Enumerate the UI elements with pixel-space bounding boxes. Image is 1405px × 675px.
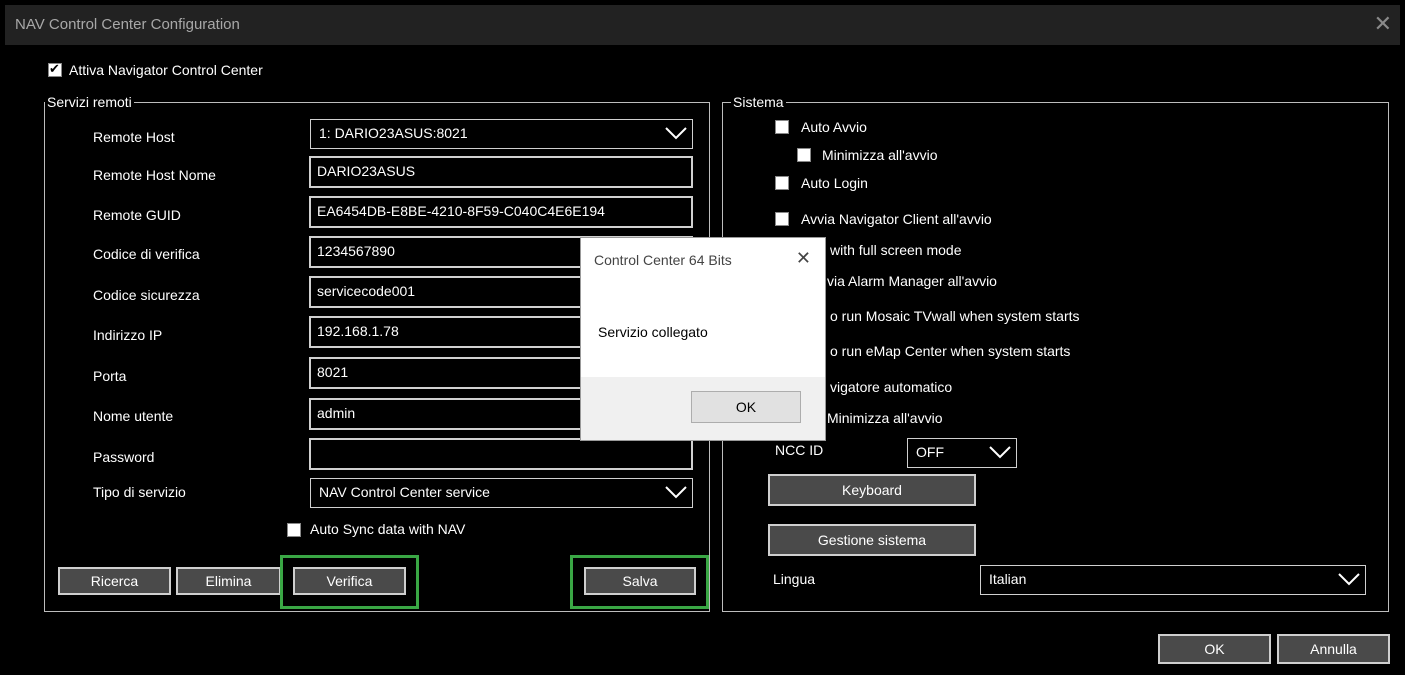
auto-login-checkbox[interactable] [775, 176, 789, 190]
auto-navigator-minimize-label: Minimizza all'avvio [827, 410, 943, 426]
chevron-down-icon [665, 486, 687, 499]
start-client-checkbox[interactable] [775, 212, 789, 226]
title-bar: NAV Control Center Configuration ✕ [5, 5, 1400, 45]
dialog-title: Control Center 64 Bits [594, 252, 732, 268]
mosaic-label: o run Mosaic TVwall when system starts [830, 308, 1080, 324]
dialog-body: Control Center 64 Bits ✕ Servizio colleg… [581, 238, 825, 377]
remote-services-legend: Servizi remoti [45, 94, 134, 110]
remote-guid-label: Remote GUID [93, 207, 181, 223]
close-icon[interactable]: ✕ [1374, 11, 1392, 37]
ncc-id-select[interactable]: OFF [907, 438, 1017, 468]
password-label: Password [93, 449, 155, 465]
auto-start-minimize-checkbox[interactable] [797, 148, 811, 162]
username-label: Nome utente [93, 408, 174, 424]
delete-button[interactable]: Elimina [176, 567, 281, 595]
auto-sync-checkbox[interactable] [287, 523, 301, 537]
search-button[interactable]: Ricerca [58, 567, 171, 595]
emap-label: o run eMap Center when system starts [830, 343, 1071, 359]
service-type-select[interactable]: NAV Control Center service [310, 478, 693, 508]
keyboard-button[interactable]: Keyboard [768, 474, 976, 506]
cancel-button[interactable]: Annulla [1277, 634, 1390, 664]
auto-login-label: Auto Login [801, 175, 868, 191]
remote-host-name-field[interactable]: DARIO23ASUS [309, 156, 693, 188]
auto-start-minimize-label: Minimizza all'avvio [822, 147, 938, 163]
system-legend: Sistema [731, 94, 786, 110]
start-client-label: Avvia Navigator Client all'avvio [801, 211, 992, 227]
language-value: Italian [989, 571, 1027, 587]
ok-button[interactable]: OK [1158, 634, 1271, 664]
language-label: Lingua [773, 571, 816, 587]
enable-ncc-label: Attiva Navigator Control Center [69, 62, 263, 78]
window-title: NAV Control Center Configuration [15, 16, 240, 33]
chevron-down-icon [989, 446, 1011, 459]
full-screen-label: with full screen mode [830, 242, 962, 258]
security-code-label: Codice sicurezza [93, 287, 200, 303]
remote-guid-field[interactable]: EA6454DB-E8BE-4210-8F59-C040C4E6E194 [309, 196, 693, 228]
chevron-down-icon [1338, 573, 1360, 586]
remote-host-name-label: Remote Host Nome [93, 167, 216, 183]
config-window: NAV Control Center Configuration ✕ Attiv… [0, 0, 1405, 675]
service-type-value: NAV Control Center service [319, 484, 490, 500]
auto-sync-label: Auto Sync data with NAV [310, 521, 466, 537]
ncc-id-value: OFF [916, 444, 944, 460]
chevron-down-icon [665, 127, 687, 140]
remote-host-select[interactable]: 1: DARIO23ASUS:8021 [310, 119, 693, 149]
dialog-ok-button[interactable]: OK [691, 391, 801, 423]
auto-start-checkbox[interactable] [775, 120, 789, 134]
password-field[interactable] [309, 438, 693, 470]
verify-highlight [280, 555, 419, 609]
auto-navigator-label: vigatore automatico [830, 379, 953, 395]
language-select[interactable]: Italian [980, 565, 1366, 595]
service-type-label: Tipo di servizio [93, 484, 186, 500]
enable-ncc-checkbox[interactable] [48, 61, 62, 77]
system-management-button[interactable]: Gestione sistema [768, 524, 976, 556]
ip-address-label: Indirizzo IP [93, 327, 163, 343]
port-label: Porta [93, 368, 127, 384]
message-dialog: Control Center 64 Bits ✕ Servizio colleg… [580, 237, 826, 441]
alarm-manager-label: via Alarm Manager all'avvio [827, 273, 997, 289]
close-icon[interactable]: ✕ [796, 248, 811, 269]
verify-code-label: Codice di verifica [93, 246, 200, 262]
ncc-id-label: NCC ID [775, 442, 824, 458]
remote-host-value: 1: DARIO23ASUS:8021 [319, 125, 468, 141]
auto-start-label: Auto Avvio [801, 119, 867, 135]
save-highlight [570, 555, 709, 609]
dialog-message: Servizio collegato [598, 324, 708, 340]
remote-host-label: Remote Host [93, 129, 175, 145]
